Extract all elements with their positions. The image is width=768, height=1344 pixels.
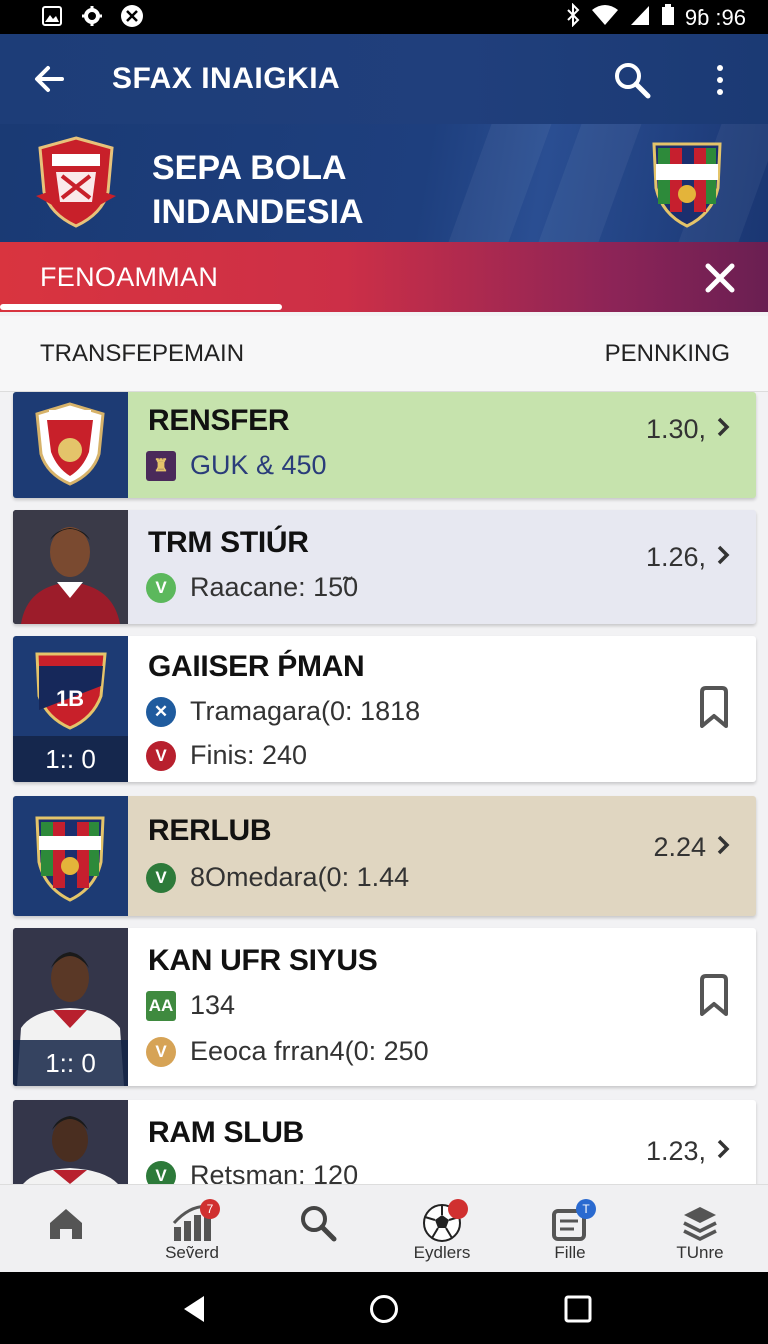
player-avatar (13, 510, 128, 624)
list-item[interactable]: RENSFER ♜ GUK & 450 1.30, (13, 392, 756, 498)
app-title: SFAX INAIGKIA (112, 62, 341, 95)
svg-text:1B: 1B (56, 686, 84, 711)
layers-icon (680, 1203, 720, 1243)
nav-search[interactable] (254, 1185, 382, 1273)
section-label: FENOAMMAN (40, 262, 219, 292)
tab-transfer[interactable]: TRANSFEPEMAIN (40, 340, 244, 368)
tab-ranking[interactable]: PENNKING (605, 340, 730, 368)
bookmark-icon[interactable] (698, 686, 730, 728)
gallery-icon (40, 4, 64, 28)
close-icon[interactable] (704, 262, 736, 294)
section-indicator (0, 304, 282, 310)
club-crest-icon (13, 796, 128, 916)
item-detail-2: Finis: 240 (190, 740, 308, 770)
banner-title: SEPA BOLA INDANDESIA (152, 149, 364, 231)
item-detail: 8Omedara(0: 1.44 (190, 862, 410, 892)
system-back-icon[interactable] (180, 1294, 210, 1324)
item-detail: Retsman: 120 (190, 1160, 359, 1184)
system-nav-bar (0, 1272, 768, 1344)
item-name: RAM SLUB (148, 1116, 304, 1149)
item-value: 1.26, (645, 542, 706, 572)
list-item[interactable]: TRM STIÚR V Raacane: 15̃0 1.26, (13, 510, 756, 624)
item-name: TRM STIÚR (148, 526, 309, 559)
match-score: 1:: 0 (13, 1040, 128, 1086)
club-badge-icon: ✕ (146, 696, 176, 727)
player-avatar (13, 1100, 128, 1184)
stats-badge-icon: AA (146, 990, 176, 1021)
section-header: FENOAMMAN (0, 242, 768, 312)
nav-stats[interactable]: 7 Seṽerd (128, 1185, 256, 1273)
verified-icon: V (146, 572, 176, 603)
battery-icon (661, 4, 675, 32)
notification-badge (448, 1199, 468, 1219)
home-icon (46, 1203, 86, 1243)
item-value: 1.23, (645, 1136, 706, 1166)
verified-icon: V (146, 1160, 176, 1184)
list-item[interactable]: RERLUB V 8Omedara(0: 1.44 2.24 (13, 796, 756, 916)
search-icon (298, 1203, 338, 1243)
list-item[interactable]: RAM SLUB V Retsman: 120 1.23, (13, 1100, 756, 1184)
chevron-right-icon (716, 1136, 730, 1167)
notification-badge: 7 (200, 1199, 220, 1219)
item-value: 1.30, (645, 414, 706, 444)
player-avatar: 1:: 0 (13, 928, 128, 1086)
status-time: 9ɓ :96 (684, 5, 746, 30)
club-crest-icon (648, 140, 726, 228)
bookmark-icon[interactable] (698, 974, 730, 1016)
transfer-list: RENSFER ♜ GUK & 450 1.30, TRM STIÚR V Ra… (0, 392, 768, 1184)
item-name: KAN UFR SIYUS (148, 944, 378, 977)
bluetooth-icon (565, 2, 581, 33)
system-home-icon[interactable] (369, 1294, 399, 1324)
item-detail: Tramagara(0: 1818 (190, 696, 421, 726)
settings-icon (80, 4, 104, 28)
nav-tournaments[interactable]: TUnre (636, 1185, 764, 1273)
match-score: 1:: 0 (13, 736, 128, 782)
league-banner: SEPA BOLA INDANDESIA (0, 124, 768, 242)
app-bar: SFAX INAIGKIA (0, 34, 768, 124)
club-crest-icon (13, 392, 128, 498)
notification-badge: T (576, 1199, 596, 1219)
more-vertical-icon[interactable] (704, 60, 736, 100)
item-value: 2.24 (653, 832, 706, 862)
item-name: RENSFER (148, 404, 290, 437)
no-signal-icon (120, 4, 144, 28)
bottom-nav: 7 Seṽerd Eydlers T Fille TUnre (0, 1184, 768, 1272)
item-name: RERLUB (148, 814, 272, 847)
search-icon[interactable] (612, 60, 652, 100)
system-recents-icon[interactable] (563, 1294, 593, 1324)
club-crest-icon: 1B 1:: 0 (13, 636, 128, 782)
verified-icon: V (146, 740, 176, 771)
nav-players[interactable]: Eydlers (378, 1185, 506, 1273)
tabs-row: TRANSFEPEMAIN PENNKING (0, 316, 768, 392)
list-item[interactable]: 1:: 0 KAN UFR SIYUS AA 134 V Eeoca frran… (13, 928, 756, 1086)
status-bar: 9ɓ :96 (0, 0, 768, 34)
verified-icon: V (146, 1036, 176, 1067)
item-detail: Raacane: 15̃0 (190, 572, 359, 602)
verified-icon: V (146, 862, 176, 893)
item-name: GAIISER ṔMAN (148, 650, 365, 683)
back-arrow-icon[interactable] (32, 62, 66, 96)
chevron-right-icon (716, 832, 730, 863)
nav-home[interactable] (2, 1185, 130, 1273)
chevron-right-icon (716, 542, 730, 573)
league-crest-icon (34, 136, 118, 228)
nav-news[interactable]: T Fille (506, 1185, 634, 1273)
list-item[interactable]: 1B 1:: 0 GAIISER ṔMAN ✕ Tramagara(0: 181… (13, 636, 756, 782)
wifi-icon (591, 4, 619, 32)
chevron-right-icon (716, 414, 730, 445)
signal-icon (629, 4, 651, 32)
item-detail: GUK & 450 (190, 450, 327, 480)
club-badge-icon: ♜ (146, 450, 176, 481)
item-detail: 134 (190, 990, 236, 1020)
item-detail-2: Eeoca frran4(0: 250 (190, 1036, 429, 1066)
